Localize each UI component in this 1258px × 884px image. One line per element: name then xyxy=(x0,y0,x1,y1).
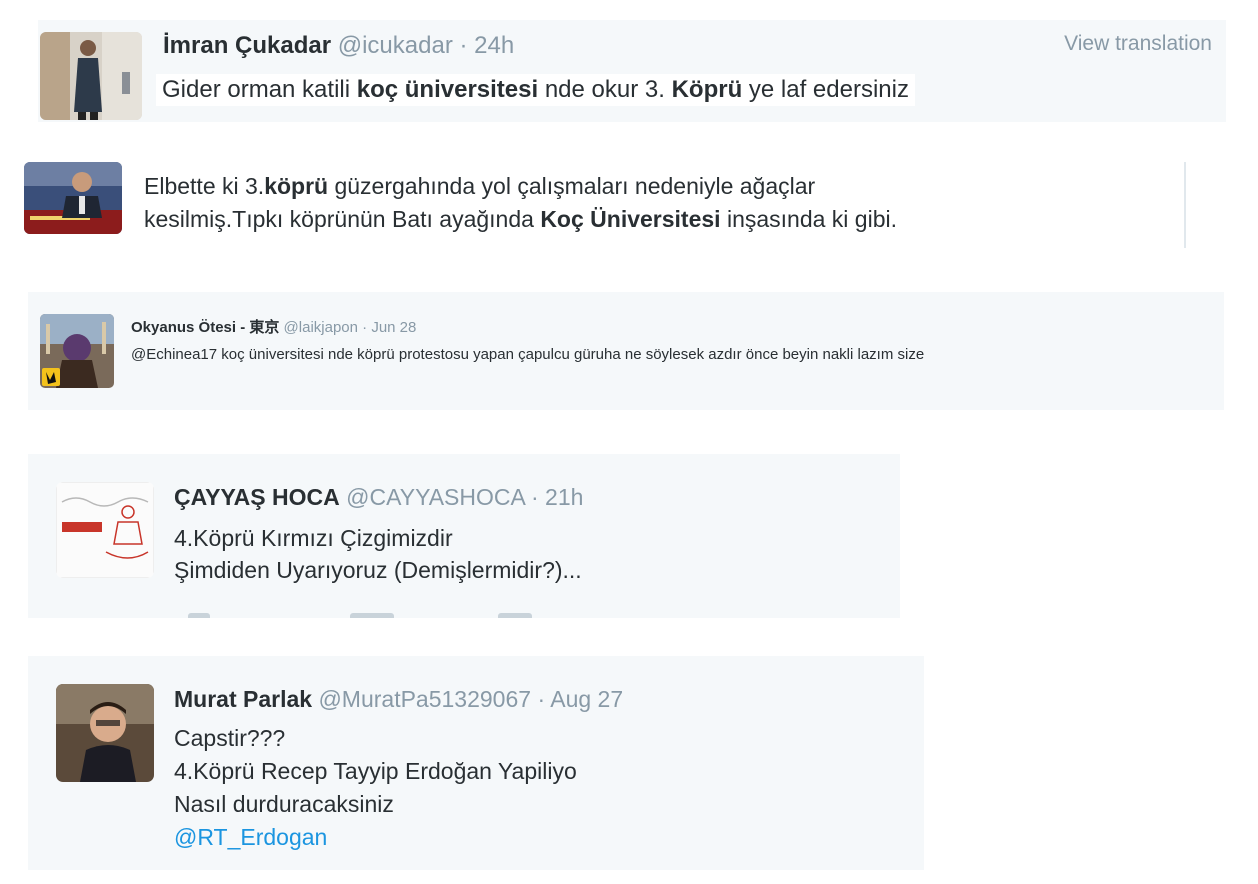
author-handle[interactable]: @CAYYASHOCA xyxy=(346,484,524,510)
separator: · xyxy=(524,484,546,510)
tweet-text: 4.Köprü Kırmızı Çizgimizdir Şimdiden Uya… xyxy=(174,525,582,583)
author-name[interactable]: ÇAYYAŞ HOCA xyxy=(174,484,340,510)
highlighted-keyword: Koç Üniversitesi xyxy=(540,206,721,232)
tweet-text: Gider orman katili koç üniversitesi nde … xyxy=(156,74,915,106)
author-handle[interactable]: @laikjapon xyxy=(284,319,358,336)
mention-link[interactable]: @RT_Erdogan xyxy=(174,821,577,854)
avatar[interactable] xyxy=(56,684,154,782)
tweet-text: Elbette ki 3.köprü güzergahında yol çalı… xyxy=(144,173,897,232)
divider xyxy=(1184,162,1186,248)
tweet-time[interactable]: 24h xyxy=(474,32,514,59)
separator: · xyxy=(531,686,551,712)
tweet-text: Capstir??? 4.Köprü Recep Tayyip Erdoğan … xyxy=(174,722,577,854)
tweet-card-1[interactable]: İmran Çukadar @icukadar · 24h View trans… xyxy=(38,20,1226,122)
avatar[interactable] xyxy=(40,32,142,120)
highlighted-keyword: Köprü xyxy=(671,76,743,103)
tweet-header: Murat Parlak @MuratPa51329067 · Aug 27 xyxy=(174,686,623,713)
author-name[interactable]: Murat Parlak xyxy=(174,686,312,712)
tweet-header: Okyanus Ötesi - 東京 @laikjapon · Jun 28 xyxy=(131,316,416,337)
tweet-card-4[interactable]: ÇAYYAŞ HOCA @CAYYASHOCA · 21h 4.Köprü Kı… xyxy=(28,454,900,618)
avatar[interactable] xyxy=(56,482,154,578)
author-handle[interactable]: @MuratPa51329067 xyxy=(318,686,531,712)
separator: · xyxy=(452,32,475,59)
tweet-time[interactable]: Aug 27 xyxy=(550,686,623,712)
like-icon[interactable] xyxy=(498,613,532,618)
tweet-card-5[interactable]: Murat Parlak @MuratPa51329067 · Aug 27 C… xyxy=(28,656,924,870)
highlighted-keyword: koç üniversitesi xyxy=(356,76,539,103)
avatar[interactable] xyxy=(24,162,122,234)
avatar[interactable] xyxy=(40,314,114,388)
tweet-time[interactable]: 21h xyxy=(545,484,583,510)
author-handle[interactable]: @icukadar xyxy=(338,32,453,59)
tweet-header: İmran Çukadar @icukadar · 24h xyxy=(163,32,514,60)
tweet-header: ÇAYYAŞ HOCA @CAYYASHOCA · 21h xyxy=(174,484,583,511)
tweet-text: @Echinea17 koç üniversitesi nde köprü pr… xyxy=(131,346,925,363)
view-translation-link[interactable]: View translation xyxy=(1064,32,1212,56)
tweet-card-3[interactable]: Okyanus Ötesi - 東京 @laikjapon · Jun 28 @… xyxy=(28,292,1224,410)
separator: · xyxy=(357,319,372,336)
retweet-icon[interactable] xyxy=(350,613,394,618)
tweet-card-2[interactable]: Elbette ki 3.köprü güzergahında yol çalı… xyxy=(24,158,1186,250)
author-name[interactable]: Okyanus Ötesi - 東京 xyxy=(131,319,279,336)
tweet-time[interactable]: Jun 28 xyxy=(371,319,416,336)
reply-icon[interactable] xyxy=(188,613,210,618)
highlighted-keyword: köprü xyxy=(264,173,329,199)
author-name[interactable]: İmran Çukadar xyxy=(163,32,331,59)
